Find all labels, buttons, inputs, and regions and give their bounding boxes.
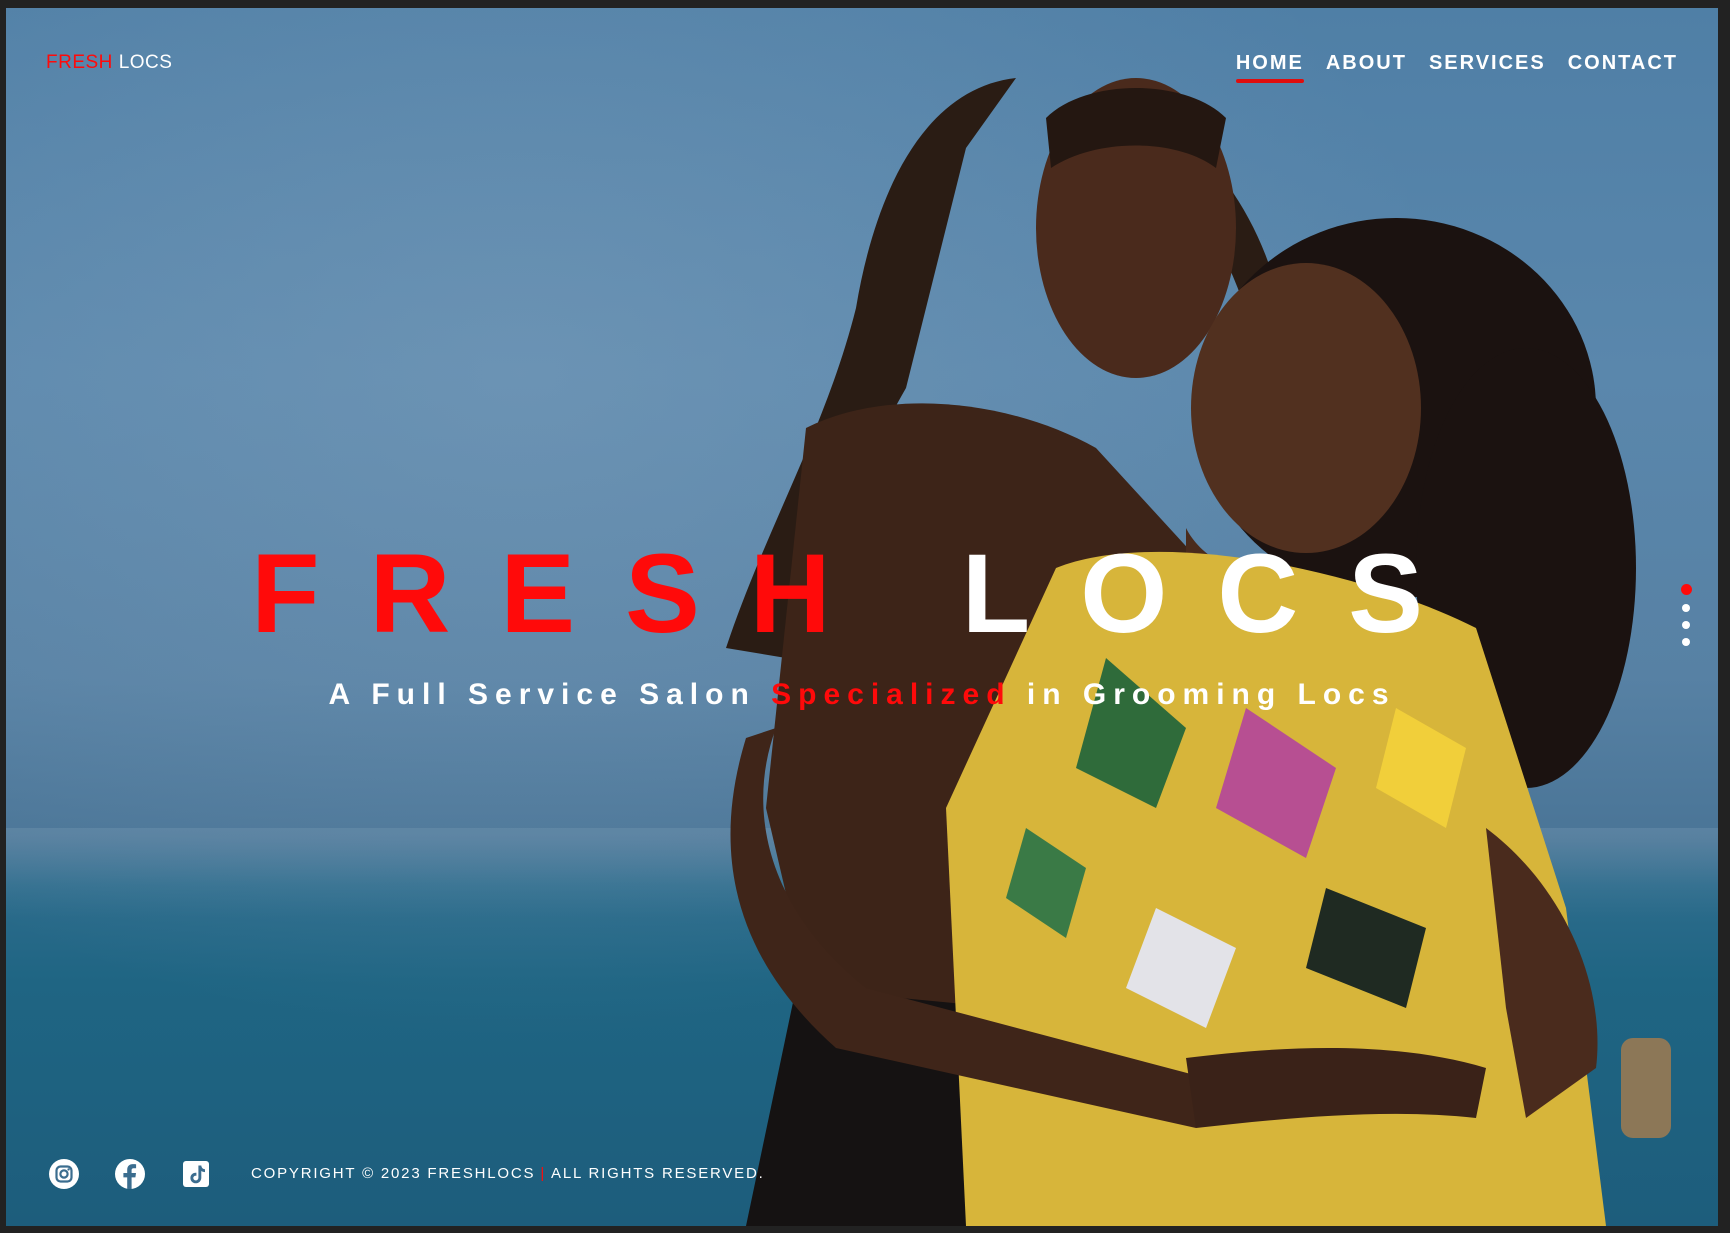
nav-services[interactable]: SERVICES xyxy=(1429,52,1546,81)
logo-fresh: FRESH xyxy=(46,52,113,73)
logo-locs: LOCS xyxy=(118,52,173,73)
hero-tagline: A Full Service Salon Specialized in Groo… xyxy=(6,678,1718,712)
tagline-start: A Full Service Salon xyxy=(328,678,756,711)
tagline-end: in Grooming Locs xyxy=(1026,678,1396,711)
slide-dot-2[interactable] xyxy=(1682,604,1690,612)
tagline-highlight: Specialized xyxy=(771,678,1012,711)
rights-label: ALL RIGHTS RESERVED. xyxy=(551,1165,765,1182)
copyright-separator: | xyxy=(540,1165,547,1182)
facebook-icon[interactable] xyxy=(114,1158,146,1190)
social-links xyxy=(48,1158,212,1190)
tiktok-icon[interactable] xyxy=(180,1158,212,1190)
copyright-text: COPYRIGHT © 2023 FRESHLOCS | ALL RIGHTS RE… xyxy=(251,1165,765,1182)
nav-home[interactable]: HOME xyxy=(1235,52,1304,83)
main-nav: HOME ABOUT SERVICES CONTACT xyxy=(1235,52,1678,83)
copyright-label: COPYRIGHT © 2023 FRESHLOCS xyxy=(251,1165,536,1182)
hero-section: FRESH LOCS HOME ABOUT SERVICES CONTACT F… xyxy=(6,8,1718,1226)
slide-dots xyxy=(1681,584,1692,646)
nav-contact[interactable]: CONTACT xyxy=(1568,52,1678,81)
slide-dot-1[interactable] xyxy=(1681,584,1692,595)
instagram-icon[interactable] xyxy=(48,1158,80,1190)
slide-dot-4[interactable] xyxy=(1682,638,1690,646)
nav-about[interactable]: ABOUT xyxy=(1326,52,1407,81)
slide-dot-3[interactable] xyxy=(1682,621,1690,629)
hero-title: FRESH LOCS xyxy=(6,538,1718,650)
hero-title-locs: LOCS xyxy=(961,531,1473,656)
hero-title-fresh: FRESH xyxy=(251,531,881,656)
site-logo[interactable]: FRESH LOCS xyxy=(46,52,172,74)
